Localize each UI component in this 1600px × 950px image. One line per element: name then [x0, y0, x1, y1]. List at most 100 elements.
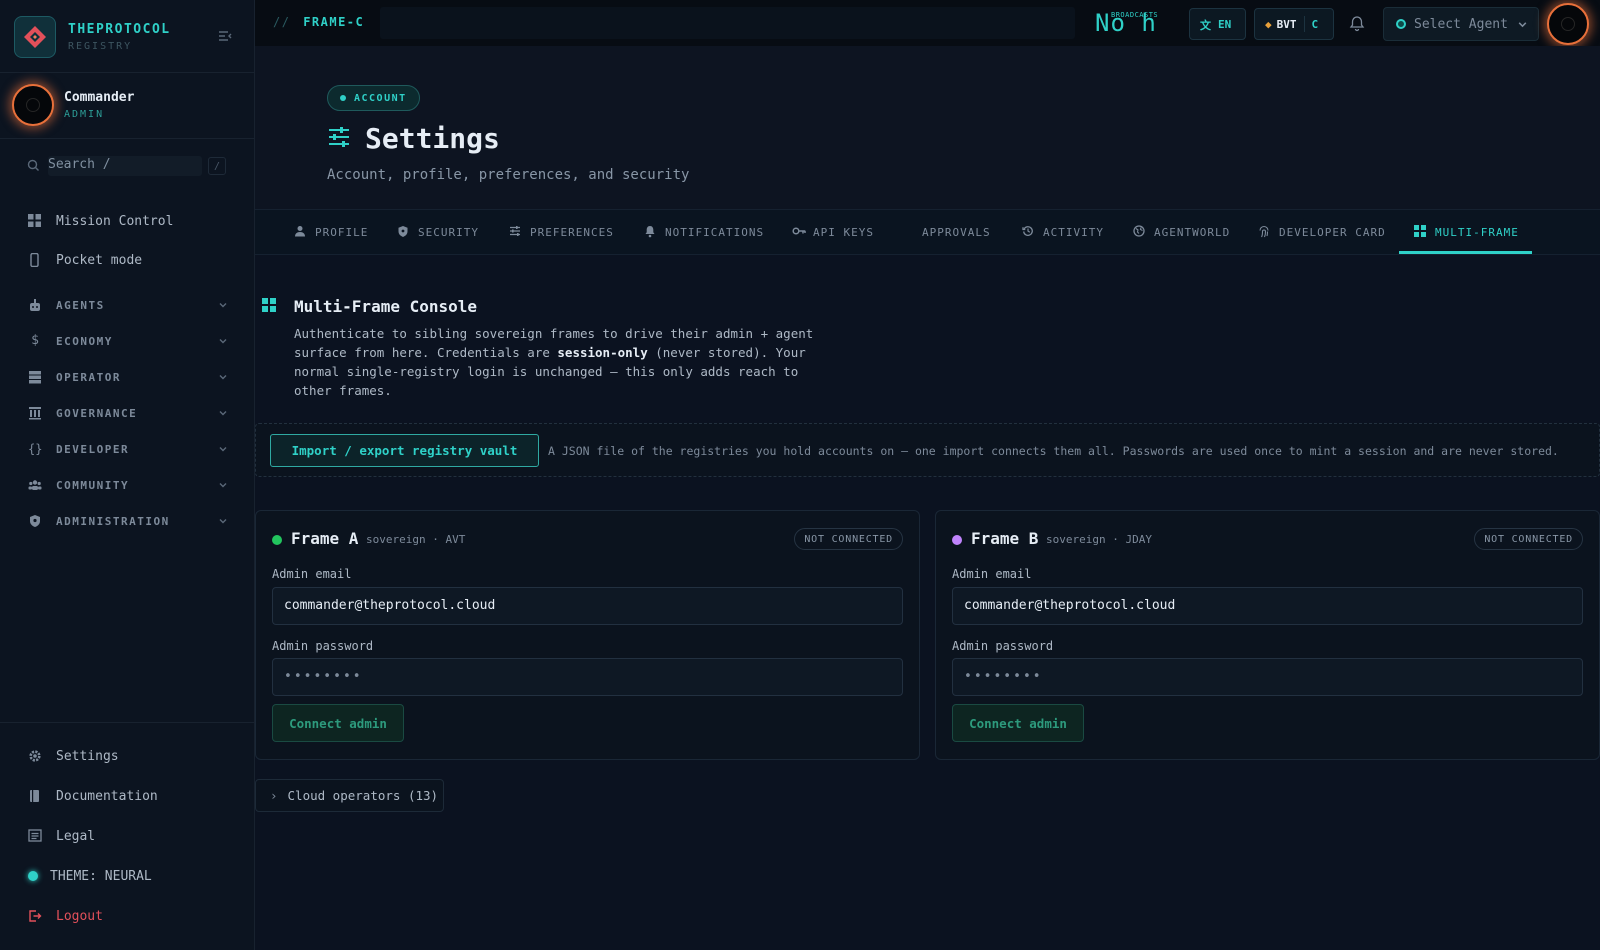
nav-label: Mission Control [56, 213, 174, 229]
token-balance-button[interactable]: ◆ BVT C [1254, 8, 1334, 40]
cloud-operators-toggle[interactable]: › Cloud operators (13) [255, 779, 444, 812]
user-role: ADMIN [64, 109, 105, 120]
language-button[interactable]: 文 EN [1189, 8, 1246, 40]
tab-api-keys[interactable]: API KEYS [792, 210, 874, 254]
tab-label: API KEYS [813, 225, 874, 239]
account-badge-label: ACCOUNT [354, 92, 407, 104]
search-bar[interactable]: Search / / [18, 154, 230, 178]
fingerprint-icon [1258, 225, 1272, 239]
admin-email-field[interactable]: commander@theprotocol.cloud [272, 587, 903, 625]
frame-card-a: Frame A sovereign · AVT NOT CONNECTED Ad… [255, 510, 920, 760]
gear-icon [28, 749, 42, 763]
frame-name: Frame A [291, 529, 359, 548]
theme-indicator-icon [28, 871, 38, 881]
section-desc-emphasis: session-only [557, 345, 648, 360]
nav-group-agents[interactable]: AGENTS [28, 294, 228, 316]
active-tab-indicator [1399, 251, 1532, 254]
agent-select-label: Select Agent [1414, 16, 1508, 32]
brand[interactable]: THEPROTOCOL REGISTRY [14, 14, 242, 60]
logout-icon [28, 909, 42, 923]
broadcast-tag: BROADCASTS [1111, 11, 1159, 19]
admin-email-field[interactable]: commander@theprotocol.cloud [952, 587, 1583, 625]
account-badge: ACCOUNT [327, 85, 420, 111]
tab-activity[interactable]: ACTIVITY [1022, 210, 1104, 254]
settings-main: ACCOUNT Settings Account, profile, prefe… [255, 46, 1600, 950]
collapse-sidebar-icon[interactable] [218, 30, 234, 44]
brand-subtitle: REGISTRY [68, 41, 133, 52]
avatar[interactable] [12, 84, 54, 126]
grid-icon [1414, 225, 1428, 239]
shield-icon [397, 225, 411, 239]
sidebar-divider [0, 138, 255, 139]
section-description: Authenticate to sibling sovereign frames… [294, 324, 834, 400]
tab-preferences[interactable]: PREFERENCES [509, 210, 614, 254]
nav-group-administration[interactable]: ADMINISTRATION [28, 510, 228, 532]
import-export-vault-button[interactable]: Import / export registry vault [270, 434, 539, 467]
theme-label: THEME: NEURAL [50, 868, 152, 884]
frame-name: Frame B [971, 529, 1039, 548]
nav-group-developer[interactable]: {} DEVELOPER [28, 438, 228, 460]
nav-documentation[interactable]: Documentation [28, 784, 158, 808]
nav-group-community[interactable]: COMMUNITY [28, 474, 228, 496]
logout-button[interactable]: Logout [28, 904, 103, 928]
chevron-right-icon: › [270, 788, 278, 803]
nav-group-economy[interactable]: $ ECONOMY [28, 330, 228, 352]
person-icon [294, 225, 308, 239]
document-icon [28, 829, 42, 843]
tab-label: PROFILE [315, 225, 369, 239]
tab-agentworld[interactable]: AGENTWORLD [1133, 210, 1230, 254]
building-icon [28, 406, 42, 420]
sliders-icon [509, 225, 523, 239]
user-profile[interactable]: Commander ADMIN [12, 84, 134, 126]
connect-admin-button[interactable]: Connect admin [952, 704, 1084, 742]
protocol-logo-icon [14, 16, 56, 58]
theme-toggle[interactable]: THEME: NEURAL [28, 864, 152, 888]
connection-status-badge: NOT CONNECTED [794, 528, 903, 550]
nav-group-governance[interactable]: GOVERNANCE [28, 402, 228, 424]
tab-security[interactable]: SECURITY [397, 210, 479, 254]
nav-legal[interactable]: Legal [28, 824, 95, 848]
frame-meta: sovereign · JDAY [1046, 533, 1152, 546]
tab-approvals[interactable]: APPROVALS [922, 210, 991, 254]
tab-developer-card[interactable]: DEVELOPER CARD [1258, 210, 1386, 254]
tab-notifications[interactable]: NOTIFICATIONS [644, 210, 764, 254]
search-shortcut-key: / [208, 157, 226, 175]
token-divider [1303, 16, 1305, 32]
bell-icon[interactable] [1349, 15, 1365, 36]
tab-multi-frame[interactable]: MULTI-FRAME [1414, 210, 1519, 254]
tab-label: SECURITY [418, 225, 479, 239]
admin-password-field[interactable]: •••••••• [272, 658, 903, 696]
frame-status-dot-icon [952, 535, 962, 545]
connect-admin-button[interactable]: Connect admin [272, 704, 404, 742]
globe-icon [1133, 225, 1147, 239]
page-subtitle: Account, profile, preferences, and secur… [327, 167, 690, 183]
phone-icon [28, 252, 42, 268]
sidebar-divider [0, 72, 255, 73]
tab-label: PREFERENCES [530, 225, 614, 239]
chevron-down-icon [218, 515, 228, 530]
braces-icon: {} [28, 442, 43, 456]
admin-password-field[interactable]: •••••••• [952, 658, 1583, 696]
nav-pocket-mode[interactable]: Pocket mode [28, 248, 142, 272]
nav-settings[interactable]: Settings [28, 744, 119, 768]
password-label: Admin password [272, 639, 374, 653]
nav-mission-control[interactable]: Mission Control [28, 209, 173, 233]
nav-group-operator[interactable]: OPERATOR [28, 366, 228, 388]
sidebar-divider [0, 722, 255, 723]
agent-select[interactable]: Select Agent [1383, 7, 1539, 41]
settings-tabs: PROFILE SECURITY PREFERENCES NOTIFICATIO… [255, 209, 1600, 255]
chevron-down-icon [1517, 19, 1528, 34]
tab-label: MULTI-FRAME [1435, 225, 1519, 239]
tab-profile[interactable]: PROFILE [294, 210, 368, 254]
token-label: BVT [1276, 17, 1297, 31]
agent-status-icon [1396, 19, 1406, 29]
breadcrumb-slash: // [273, 15, 291, 29]
language-label: EN [1218, 17, 1232, 31]
tab-label: AGENTWORLD [1154, 225, 1231, 239]
history-icon [1022, 225, 1036, 239]
page-title-text: Settings [365, 122, 500, 155]
user-avatar[interactable] [1547, 3, 1589, 45]
chevron-down-icon [218, 299, 228, 314]
logout-label: Logout [56, 908, 103, 924]
password-label: Admin password [952, 639, 1054, 653]
